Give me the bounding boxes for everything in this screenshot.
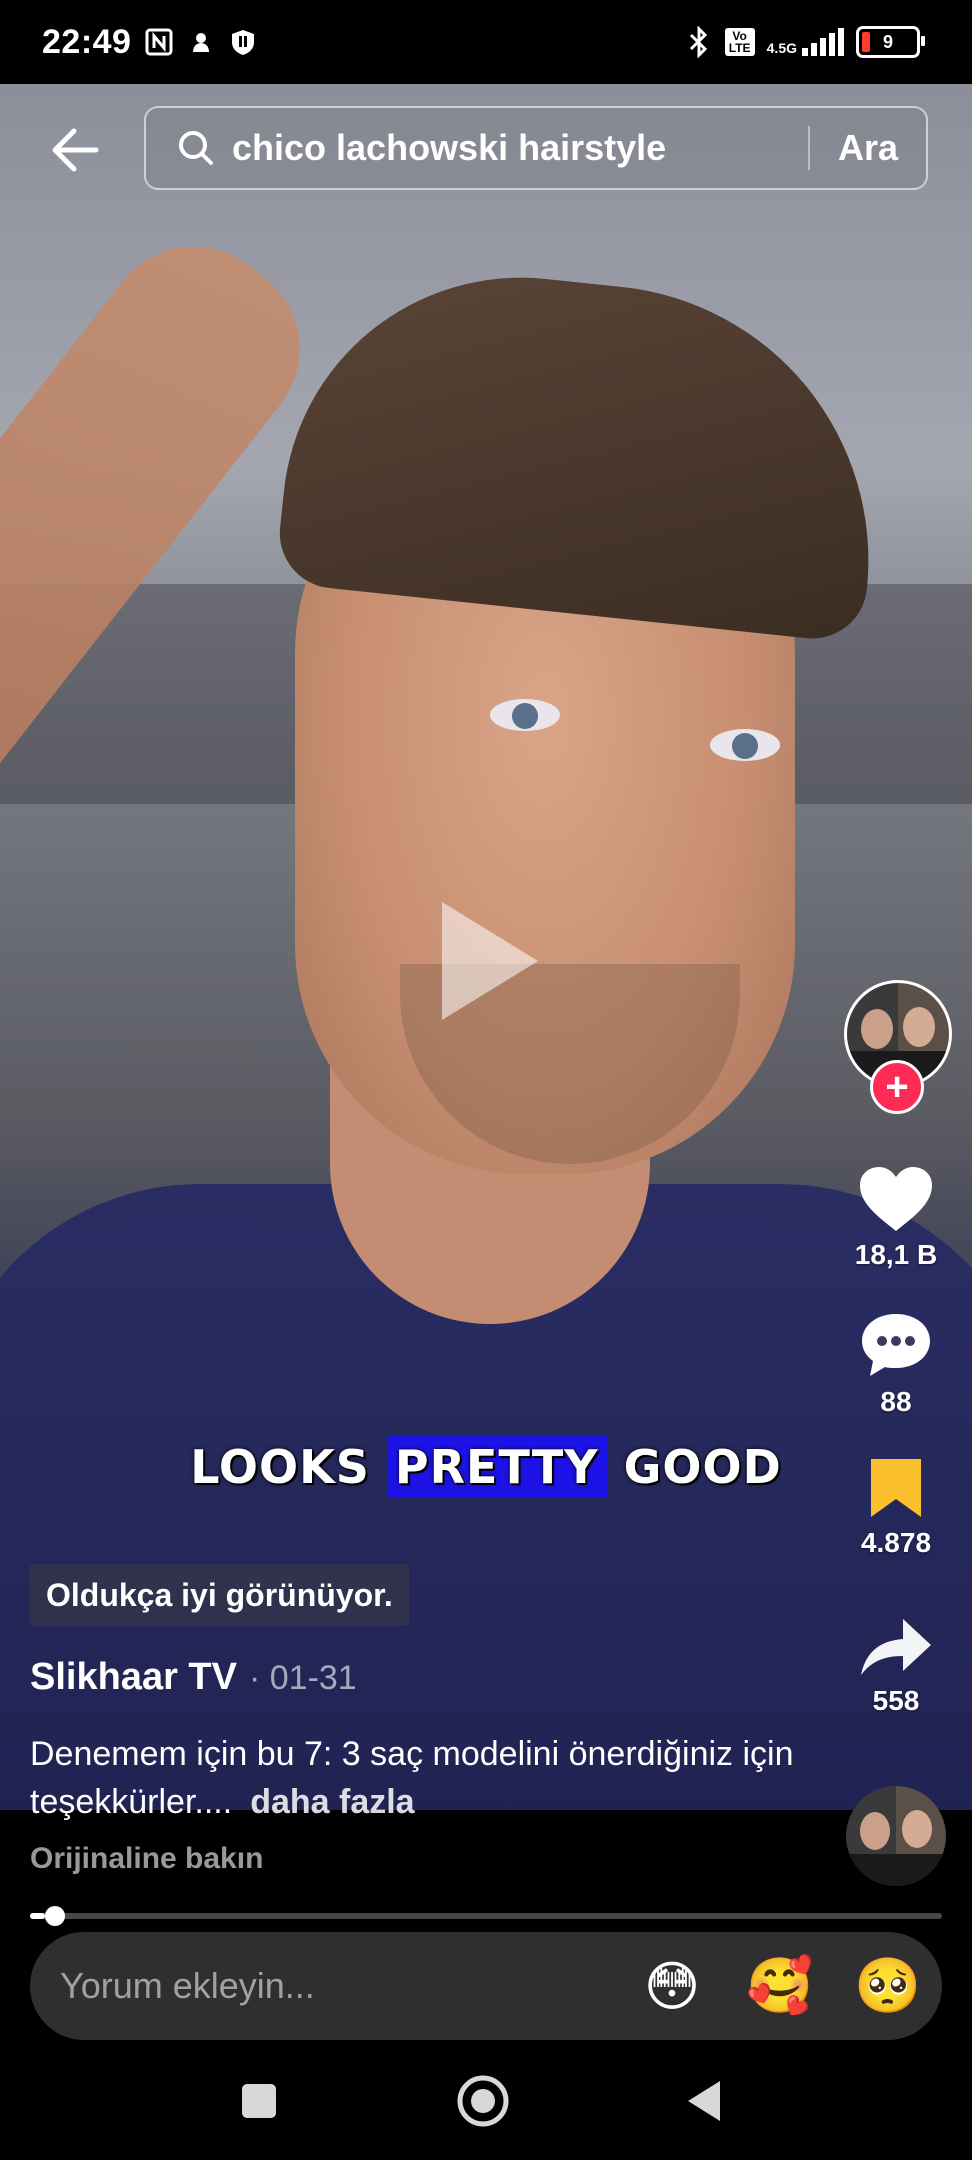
caption-word-highlighted: PRETTY — [386, 1436, 607, 1498]
nfc-icon — [145, 28, 173, 56]
caption-word-1: LOOKS — [190, 1440, 370, 1494]
progress-bar[interactable] — [30, 1906, 942, 1926]
comment-input-bar[interactable]: Yorum ekleyin... 😳 🥰 🥺 — [30, 1932, 942, 2040]
signal-icon: 4.5G — [767, 28, 844, 56]
search-icon — [179, 131, 213, 165]
heart-icon — [860, 1167, 932, 1231]
emoji-smiling-hearts[interactable]: 🥰 — [726, 1954, 834, 2018]
comment-input[interactable]: Yorum ekleyin... — [60, 1965, 618, 2007]
author-name[interactable]: Slikhaar TV — [30, 1656, 237, 1699]
video-player[interactable]: LOOKS PRETTY GOOD — [0, 84, 972, 1810]
emoji-pleading[interactable]: 🥺 — [834, 1954, 942, 2018]
comment-button[interactable]: 88 — [840, 1310, 952, 1418]
like-count: 18,1 B — [854, 1239, 938, 1270]
see-original-link[interactable]: Orijinaline bakın — [30, 1842, 263, 1876]
emoji-flushed[interactable]: 😳 — [618, 1955, 726, 2018]
plus-icon: + — [885, 1065, 909, 1109]
bookmark-button[interactable]: 4.878 — [840, 1455, 952, 1559]
status-bar: 22:49 Vo LTE 4.5G 9 — [0, 0, 972, 84]
music-disc[interactable] — [846, 1786, 946, 1886]
clock: 22:49 — [42, 22, 132, 61]
caption-word-3: GOOD — [623, 1440, 782, 1494]
share-arrow-icon — [861, 1619, 931, 1675]
notification-app-icon — [187, 28, 215, 56]
search-button[interactable]: Ara — [810, 127, 926, 169]
share-button[interactable]: 558 — [840, 1615, 952, 1717]
hair — [274, 254, 896, 644]
video-caption: LOOKS PRETTY GOOD — [0, 1436, 972, 1498]
eye-right — [710, 729, 780, 761]
play-icon[interactable] — [434, 896, 544, 1026]
follow-button[interactable]: + — [870, 1060, 924, 1114]
back-arrow-icon[interactable] — [46, 120, 106, 180]
bluetooth-icon — [685, 26, 713, 58]
caption-translation: Oldukça iyi görünüyor. — [30, 1564, 409, 1626]
author-row: Slikhaar TV · 01-31 — [30, 1656, 357, 1699]
progress-knob[interactable] — [44, 1906, 65, 1926]
post-date: · 01-31 — [248, 1659, 357, 1697]
recents-square-icon[interactable] — [240, 2082, 278, 2120]
bookmark-icon — [871, 1459, 921, 1517]
network-type: 4.5G — [766, 40, 797, 56]
back-triangle-icon[interactable] — [684, 2078, 724, 2124]
bookmark-count: 4.878 — [860, 1527, 932, 1558]
more-link[interactable]: daha fazla — [250, 1783, 414, 1821]
progress-fill — [30, 1913, 45, 1919]
battery-icon: 9 — [856, 26, 925, 58]
shield-icon — [229, 28, 257, 56]
comment-count: 88 — [880, 1386, 912, 1417]
share-count: 558 — [872, 1685, 920, 1716]
post-description: Denemem için bu 7: 3 saç modelini önerdi… — [30, 1730, 810, 1826]
search-input[interactable]: chico lachowski hairstyle — [232, 127, 808, 169]
comment-icon — [862, 1314, 930, 1376]
battery-level: 9 — [882, 31, 893, 52]
search-bar[interactable]: chico lachowski hairstyle Ara — [144, 106, 928, 190]
home-circle-icon[interactable] — [456, 2074, 510, 2128]
eye-left — [490, 699, 560, 731]
like-button[interactable]: 18,1 B — [840, 1165, 952, 1271]
volte-icon: Vo LTE — [724, 28, 755, 56]
